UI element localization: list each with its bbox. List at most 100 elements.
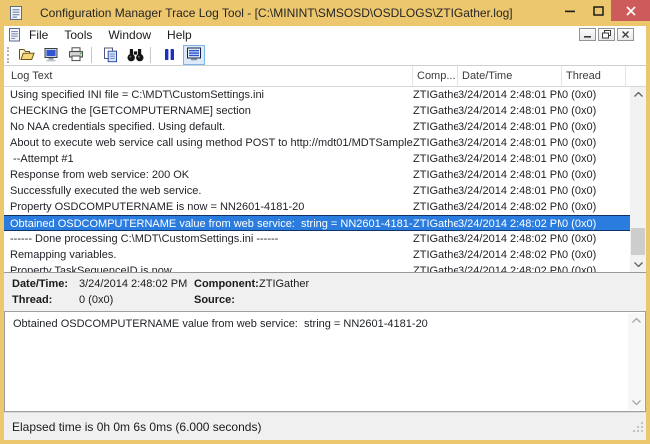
list-header: Log Text Comp... Date/Time Thread [4, 66, 646, 87]
log-row[interactable]: Using specified INI file = C:\MDT\Custom… [4, 87, 630, 103]
log-row[interactable]: Obtained OSDCOMPUTERNAME value from web … [4, 215, 630, 231]
column-header-thread[interactable]: Thread [562, 66, 626, 86]
log-row[interactable]: CHECKING the [GETCOMPUTERNAME] sectionZT… [4, 103, 630, 119]
cell-comp: ZTIGather [413, 183, 458, 199]
open-log-icon[interactable] [15, 45, 37, 65]
cell-thread: 0 (0x0) [562, 119, 630, 135]
cell-text: No NAA credentials specified. Using defa… [4, 119, 413, 135]
cell-text: CHECKING the [GETCOMPUTERNAME] section [4, 103, 413, 119]
cell-thread: 0 (0x0) [562, 167, 630, 183]
minimize-icon[interactable] [558, 3, 582, 19]
cell-text: --Attempt #1 [4, 151, 413, 167]
cell-comp: ZTIGather [413, 247, 458, 263]
cell-text: Remapping variables. [4, 247, 413, 263]
cell-date: 3/24/2014 2:48:02 PM [458, 199, 562, 215]
maximize-icon[interactable] [588, 3, 608, 19]
menu-window[interactable]: Window [100, 26, 159, 44]
cell-text: Property OSDCOMPUTERNAME is now = NN2601… [4, 199, 413, 215]
scroll-down-icon[interactable] [630, 257, 646, 272]
cell-date: 3/24/2014 2:48:02 PM [458, 231, 562, 247]
cell-date: 3/24/2014 2:48:02 PM [458, 247, 562, 263]
cell-thread: 0 (0x0) [562, 216, 630, 230]
message-scrollbar[interactable] [628, 313, 644, 410]
cell-text: Obtained OSDCOMPUTERNAME value from web … [4, 216, 413, 230]
mdi-close-icon[interactable] [617, 28, 634, 41]
cell-date: 3/24/2014 2:48:01 PM [458, 167, 562, 183]
error-lookup-icon[interactable] [40, 45, 62, 65]
detail-pane: Date/Time: 3/24/2014 2:48:02 PM Componen… [4, 272, 646, 311]
cell-date: 3/24/2014 2:48:01 PM [458, 103, 562, 119]
app-icon [8, 5, 24, 21]
toolbar-separator [150, 47, 151, 63]
document-icon [8, 28, 21, 42]
find-icon[interactable] [124, 45, 146, 65]
scroll-down-icon[interactable] [628, 395, 644, 410]
mdi-minimize-icon[interactable] [579, 28, 596, 41]
cell-text: Response from web service: 200 OK [4, 167, 413, 183]
cell-thread: 0 (0x0) [562, 87, 630, 103]
copy-icon[interactable] [99, 45, 121, 65]
scroll-thumb[interactable] [631, 228, 645, 255]
log-row[interactable]: Response from web service: 200 OKZTIGath… [4, 167, 630, 183]
menu-tools[interactable]: Tools [56, 26, 100, 44]
cell-thread: 0 (0x0) [562, 183, 630, 199]
log-list: Log Text Comp... Date/Time Thread Using … [4, 66, 646, 272]
log-row[interactable]: ------ Done processing C:\MDT\CustomSett… [4, 231, 630, 247]
column-header-component[interactable]: Comp... [413, 66, 458, 86]
source-label: Source: [194, 294, 235, 306]
cell-date: 3/24/2014 2:48:01 PM [458, 87, 562, 103]
log-row[interactable]: Successfully executed the web service.ZT… [4, 183, 630, 199]
close-icon[interactable] [611, 0, 650, 21]
log-row[interactable]: Property OSDCOMPUTERNAME is now = NN2601… [4, 199, 630, 215]
detail-pane-toggle-icon[interactable] [183, 45, 205, 65]
window-title: Configuration Manager Trace Log Tool - [… [40, 6, 513, 20]
log-row[interactable]: Remapping variables.ZTIGather3/24/2014 2… [4, 247, 630, 263]
cell-date: 3/24/2014 2:48:01 PM [458, 119, 562, 135]
cell-thread: 0 (0x0) [562, 263, 630, 272]
title-bar[interactable]: Configuration Manager Trace Log Tool - [… [0, 0, 650, 26]
cell-text: About to execute web service call using … [4, 135, 413, 151]
cell-text: ------ Done processing C:\MDT\CustomSett… [4, 231, 413, 247]
toolbar-separator [91, 47, 92, 63]
cell-text: Property TaskSequenceID is now ... [4, 263, 413, 272]
component-value: ZTIGather [259, 278, 309, 290]
cell-comp: ZTIGather [413, 119, 458, 135]
menu-file[interactable]: File [21, 26, 56, 44]
elapsed-time-text: Elapsed time is 0h 0m 6s 0ms (6.000 seco… [12, 420, 261, 434]
cell-thread: 0 (0x0) [562, 231, 630, 247]
scroll-up-icon[interactable] [630, 87, 646, 102]
thread-value: 0 (0x0) [79, 294, 113, 306]
resize-grip-icon[interactable] [632, 420, 644, 438]
log-row[interactable]: About to execute web service call using … [4, 135, 630, 151]
mdi-restore-icon[interactable] [598, 28, 615, 41]
cmtrace-window: Configuration Manager Trace Log Tool - [… [0, 0, 650, 444]
menu-help[interactable]: Help [159, 26, 200, 44]
print-icon[interactable] [65, 45, 87, 65]
cell-comp: ZTIGather [413, 135, 458, 151]
column-header-log-text[interactable]: Log Text [4, 66, 413, 86]
cell-comp: ZTIGather [413, 87, 458, 103]
datetime-label: Date/Time: [12, 278, 68, 290]
datetime-value: 3/24/2014 2:48:02 PM [79, 278, 187, 290]
cell-comp: ZTIGather [413, 263, 458, 272]
cell-date: 3/24/2014 2:48:02 PM [458, 216, 562, 230]
log-row[interactable]: No NAA credentials specified. Using defa… [4, 119, 630, 135]
cell-comp: ZTIGather [413, 151, 458, 167]
column-header-datetime[interactable]: Date/Time [458, 66, 562, 86]
cell-thread: 0 (0x0) [562, 103, 630, 119]
cell-thread: 0 (0x0) [562, 135, 630, 151]
message-box: Obtained OSDCOMPUTERNAME value from web … [4, 311, 646, 412]
cell-thread: 0 (0x0) [562, 151, 630, 167]
list-scrollbar[interactable] [630, 87, 646, 272]
cell-date: 3/24/2014 2:48:01 PM [458, 151, 562, 167]
cell-date: 3/24/2014 2:48:02 PM [458, 263, 562, 272]
log-row[interactable]: --Attempt #1ZTIGather3/24/2014 2:48:01 P… [4, 151, 630, 167]
log-row[interactable]: Property TaskSequenceID is now ...ZTIGat… [4, 263, 630, 272]
pause-icon[interactable] [158, 45, 180, 65]
cell-thread: 0 (0x0) [562, 199, 630, 215]
cell-comp: ZTIGather [413, 103, 458, 119]
scroll-up-icon[interactable] [628, 313, 644, 328]
cell-comp: ZTIGather [413, 167, 458, 183]
toolbar-gripper[interactable] [7, 47, 12, 63]
component-label: Component: [194, 278, 259, 290]
